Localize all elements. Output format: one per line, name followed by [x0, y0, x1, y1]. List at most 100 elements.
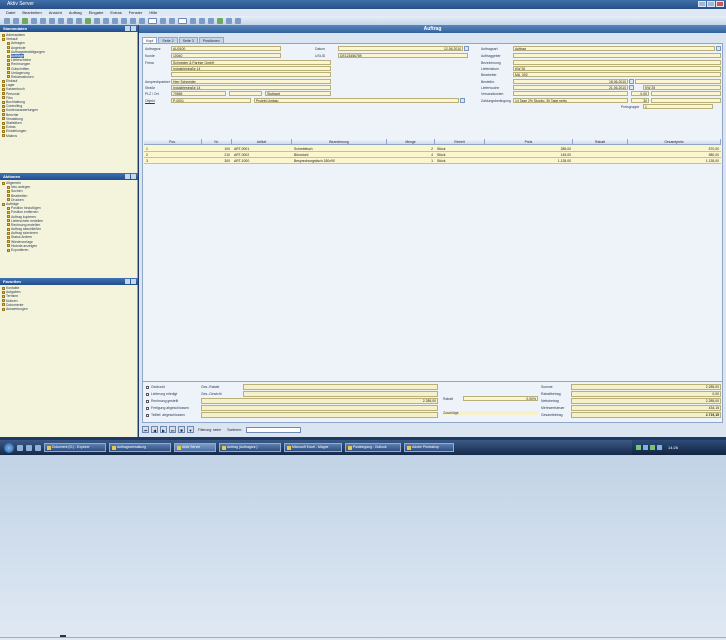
week-field[interactable]: KW 25 — [643, 85, 721, 90]
price-group-field[interactable]: 1 — [643, 104, 713, 109]
grid-header-5[interactable]: Einheit — [435, 139, 485, 145]
toolbar-button[interactable] — [208, 17, 214, 24]
grid-header-1[interactable]: Nr. — [202, 139, 232, 145]
value-field[interactable]: 14 Tage 2% Skonto, 30 Tage netto — [513, 98, 628, 103]
city-field[interactable]: Stuttgart — [265, 91, 331, 96]
grid-header-2[interactable]: Artikel — [232, 139, 292, 145]
toolbar-button[interactable] — [31, 17, 37, 24]
toolbar-button[interactable] — [130, 17, 136, 24]
tree-item[interactable]: Auswertungen — [2, 307, 138, 311]
company-field[interactable]: Schneider & Partner GmbH — [171, 60, 331, 65]
favoriten-header[interactable]: Favoriten — [0, 278, 138, 285]
toolbar-button[interactable] — [112, 17, 118, 24]
tray-icon[interactable] — [650, 445, 655, 450]
value-field[interactable]: KW 26 — [513, 66, 721, 71]
next-record-button[interactable]: ▶ — [160, 426, 167, 433]
rabatt-field[interactable]: 0,00% — [463, 396, 538, 401]
tray-icon[interactable] — [636, 445, 641, 450]
total-field[interactable] — [201, 412, 438, 418]
toolbar-button[interactable] — [49, 17, 55, 24]
value-field[interactable] — [651, 91, 721, 96]
pin-icon[interactable] — [125, 279, 130, 284]
prev-record-button[interactable]: ◀ — [151, 426, 158, 433]
toolbar-button[interactable] — [85, 17, 91, 24]
toolbar-button[interactable] — [199, 17, 205, 24]
value-field[interactable] — [635, 79, 721, 84]
toolbar-button[interactable] — [217, 17, 223, 24]
taskbar-button[interactable]: Dokument (D:) - Explorer — [44, 443, 106, 452]
toolbar-button[interactable] — [40, 17, 46, 24]
date-picker-button[interactable] — [629, 85, 634, 90]
close-icon[interactable] — [131, 26, 136, 31]
date-field[interactable]: 21.06.2010 — [513, 85, 628, 90]
zuschlag-label[interactable]: Zuschläge — [443, 411, 538, 415]
toolbar-button[interactable] — [13, 17, 19, 24]
toolbar-button[interactable] — [160, 17, 166, 24]
order-number-field[interactable]: AU0100 — [171, 46, 281, 51]
toolbar-button[interactable] — [190, 17, 196, 24]
value-field[interactable] — [513, 53, 721, 58]
grid-header-8[interactable]: Gesamtpreis — [628, 139, 721, 145]
dropdown-button[interactable] — [716, 46, 721, 51]
close-icon[interactable] — [131, 174, 136, 179]
menu-item[interactable]: Eingabe — [89, 9, 104, 16]
grid-header-3[interactable]: Bezeichnung — [292, 139, 387, 145]
checkbox[interactable] — [146, 414, 149, 417]
first-record-button[interactable]: ⏮ — [142, 426, 149, 433]
contact-field[interactable]: Herr Schneider — [171, 79, 331, 84]
toolbar-button[interactable] — [121, 17, 127, 24]
quicklaunch-icon[interactable] — [35, 444, 41, 451]
toolbar-button[interactable] — [169, 17, 175, 24]
toolbar-button[interactable] — [94, 17, 100, 24]
checkbox[interactable] — [146, 393, 149, 396]
new-record-button[interactable]: ✱ — [178, 426, 185, 433]
toolbar-button[interactable] — [22, 17, 28, 24]
close-icon[interactable] — [131, 279, 136, 284]
value-field[interactable]: MA_002 — [513, 72, 721, 77]
street-field[interactable]: Industriestraße 14 — [171, 85, 331, 90]
taskbar-button[interactable]: Auftrag (Auftragsnr.) — [219, 443, 281, 452]
object-lookup-button[interactable] — [460, 98, 465, 103]
zip-field[interactable]: 70565 — [171, 91, 226, 96]
toolbar-button[interactable] — [4, 17, 10, 24]
taskbar-button[interactable]: Microsoft Excel - Mappe — [284, 443, 342, 452]
object-description-field[interactable]: Projekt Umbau — [254, 98, 459, 103]
toolbar-button[interactable] — [67, 17, 73, 24]
maximize-button[interactable] — [707, 1, 715, 7]
table-row[interactable]: 3 300 ART-1000 Besprechungstisch 180x90 1 Stü… — [144, 158, 721, 164]
date-field[interactable]: 12.06.2010 — [338, 46, 463, 51]
toolbar-button[interactable] — [58, 17, 64, 24]
tree-item[interactable]: Exportieren — [2, 248, 138, 252]
taskbar-button[interactable]: Auftragsverwaltung — [109, 443, 171, 452]
taskbar-button[interactable]: Aktiv Server — [174, 443, 216, 452]
grid-header-7[interactable]: Rabatt — [573, 139, 628, 145]
grid-header-0[interactable]: Pos. — [144, 139, 202, 145]
date-picker-button[interactable] — [464, 46, 469, 51]
menu-item[interactable]: Datei — [6, 9, 15, 16]
object-field[interactable]: P-0001 — [171, 98, 251, 103]
toolbar-button[interactable] — [139, 17, 145, 24]
date-field[interactable]: 18.06.2010 — [513, 79, 628, 84]
total-field[interactable]: 2.285,00 — [201, 398, 438, 404]
minimize-button[interactable] — [698, 1, 706, 7]
value-field[interactable] — [651, 98, 721, 103]
grid-header-6[interactable]: Preis — [485, 139, 573, 145]
pin-icon[interactable] — [125, 174, 130, 179]
stammdaten-header[interactable]: Stammdaten — [0, 25, 138, 32]
address-line2-field[interactable] — [171, 72, 331, 77]
customer-field[interactable]: 10040 — [171, 53, 281, 58]
toolbar-button[interactable] — [235, 17, 241, 24]
menu-item[interactable]: Auftrag — [69, 9, 82, 16]
menu-item[interactable]: Extras — [110, 9, 121, 16]
tree-item[interactable]: Makros — [2, 134, 138, 138]
toolbar-button[interactable] — [76, 17, 82, 24]
total-field[interactable] — [243, 384, 438, 390]
vat-id-field[interactable]: DE123456789 — [338, 53, 468, 58]
aktionen-header[interactable]: Aktionen — [0, 173, 138, 180]
filter-icon[interactable]: ▼ — [187, 426, 194, 433]
toolbar-button[interactable] — [178, 17, 187, 24]
tray-icon[interactable] — [657, 445, 662, 450]
city-code-field[interactable] — [229, 91, 262, 96]
start-button[interactable] — [4, 442, 14, 453]
percent-field[interactable]: 0,00 — [631, 91, 649, 96]
